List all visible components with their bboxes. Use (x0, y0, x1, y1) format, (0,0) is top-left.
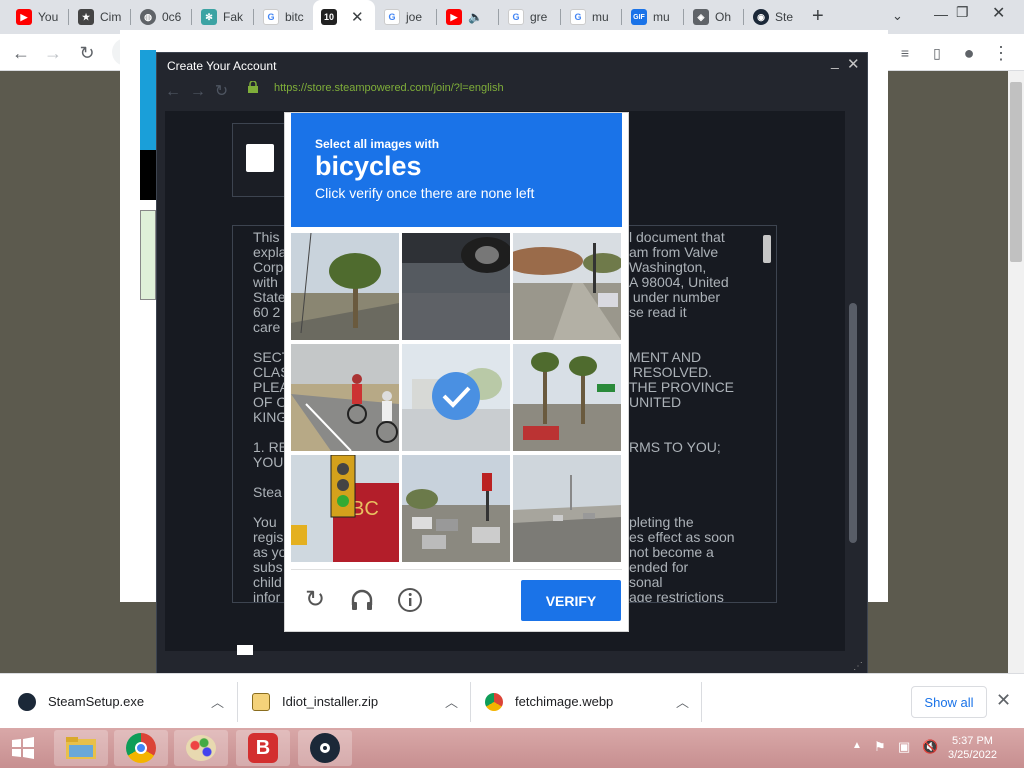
chevron-down-icon[interactable]: ⌄ (892, 8, 903, 24)
legal-scroll-thumb[interactable] (763, 235, 771, 263)
show-all-button[interactable]: Show all (911, 686, 987, 718)
tab-active[interactable]: 10 ✕ (313, 0, 375, 34)
restore-icon[interactable]: ❐ (956, 4, 969, 21)
dialog-title: Create Your Account (167, 59, 277, 73)
verify-button[interactable]: VERIFY (521, 580, 621, 621)
captcha-subinstruction: Click verify once there are none left (315, 185, 535, 201)
globe-icon: ◍ (140, 9, 156, 25)
volume-icon[interactable]: 🔇 (922, 739, 938, 755)
gif-icon: GIF (631, 9, 647, 25)
clock[interactable]: 5:37 PM 3/25/2022 (948, 734, 997, 762)
captcha-tile-4[interactable] (291, 344, 399, 451)
captcha-footer-divider (291, 569, 622, 570)
google-icon: G (570, 9, 586, 25)
captcha-tile-6[interactable] (513, 344, 621, 451)
tab-youtube-audio[interactable]: ▶ 🔈 (438, 0, 496, 34)
captcha-tile-7[interactable]: BC (291, 455, 399, 562)
google-icon: G (384, 9, 400, 25)
site-icon: ★ (78, 9, 94, 25)
dialog-nav-icons[interactable]: ← → ↻ (165, 81, 228, 101)
captcha-tile-8[interactable] (402, 455, 510, 562)
tab-strip: ▶ You ★ Cim ◍ 0c6 ✻ Fak Gbitc 10 ✕ Gjoe ▶ 🔈 G… (0, 0, 1024, 34)
snowflake-icon: ✻ (201, 9, 217, 25)
info-icon[interactable] (397, 587, 423, 613)
page-scroll-thumb[interactable] (1010, 82, 1022, 262)
media-icon[interactable]: ≡ (892, 40, 918, 66)
back-icon[interactable]: ← (8, 40, 34, 66)
captcha-tile-3[interactable] (513, 233, 621, 340)
tab-oh[interactable]: ◈ Oh (685, 0, 741, 34)
steam-icon (18, 692, 36, 711)
taskbar: B ▲ ⚑ ▣ 🔇 5:37 PM 3/25/2022 (0, 728, 1024, 768)
tab-youtube[interactable]: ▶ You (8, 0, 64, 34)
window-close-icon[interactable]: ✕ (992, 3, 1005, 23)
captcha-tile-9[interactable] (513, 455, 621, 562)
resize-grip-icon[interactable]: ⋰ (853, 661, 863, 672)
google-icon: G (508, 9, 524, 25)
chevron-up-icon[interactable]: ︿ (676, 692, 689, 711)
download-item[interactable]: fetchimage.webp ︿ (485, 674, 701, 729)
steam-icon[interactable] (298, 730, 352, 766)
start-button[interactable] (0, 730, 46, 766)
tab-fake[interactable]: ✻ Fak (193, 0, 251, 34)
dialog-minimize-icon[interactable]: _ (831, 53, 839, 69)
lock-icon (248, 81, 258, 93)
new-tab-icon[interactable]: + (812, 5, 824, 28)
file-explorer-icon[interactable] (54, 730, 108, 766)
download-item[interactable]: Idiot_installer.zip ︿ (252, 674, 470, 729)
forward-icon[interactable]: → (40, 40, 66, 66)
recaptcha-checkbox[interactable] (246, 144, 274, 172)
captcha-tile-2[interactable] (402, 233, 510, 340)
profile-icon[interactable]: ● (956, 40, 982, 66)
tab-0c6[interactable]: ◍ 0c6 (132, 0, 190, 34)
refresh-icon[interactable]: ↻ (302, 587, 328, 613)
tab-bitc[interactable]: Gbitc (255, 0, 313, 34)
captcha-header: Select all images with bicycles Click ve… (291, 113, 622, 227)
ten-icon: 10 (321, 9, 337, 25)
tray-expand-icon[interactable]: ▲ (852, 740, 862, 751)
flag-icon[interactable]: ⚑ (874, 739, 886, 755)
chrome-icon[interactable] (114, 730, 168, 766)
tab-steam[interactable]: ◉ Ste (745, 0, 803, 34)
menu-icon[interactable]: ⋮ (988, 40, 1014, 66)
captcha-target-word: bicycles (315, 151, 422, 181)
dialog-scroll-thumb[interactable] (849, 303, 857, 543)
youtube-icon: ▶ (446, 9, 462, 25)
network-icon[interactable]: ▣ (898, 739, 910, 755)
headphones-icon[interactable] (349, 587, 375, 613)
download-item[interactable]: SteamSetup.exe ︿ (18, 674, 236, 729)
minimize-icon[interactable]: — (934, 6, 948, 22)
tab-mu[interactable]: Gmu (562, 0, 620, 34)
zip-icon (252, 692, 270, 711)
sidepanel-icon[interactable]: ▯ (924, 40, 950, 66)
steam-icon: ◉ (753, 9, 769, 25)
brave-icon[interactable]: B (236, 730, 290, 766)
site-icon: ◈ (693, 9, 709, 25)
speaker-icon: 🔈 (468, 10, 483, 24)
google-icon: G (263, 9, 279, 25)
youtube-icon: ▶ (16, 9, 32, 25)
tab-mu-gif[interactable]: GIF mu (623, 0, 681, 34)
tab-gre[interactable]: Ggre (500, 0, 558, 34)
chrome-icon (485, 692, 503, 711)
download-bar: SteamSetup.exe ︿ Idiot_installer.zip ︿ f… (0, 673, 1024, 728)
chevron-up-icon[interactable]: ︿ (211, 692, 224, 711)
agree-checkbox[interactable] (237, 645, 253, 655)
dialog-url: https://store.steampowered.com/join/?l=e… (274, 82, 504, 94)
captcha-instruction: Select all images with (315, 137, 440, 151)
tab-cim[interactable]: ★ Cim (70, 0, 128, 34)
captcha-tile-1[interactable] (291, 233, 399, 340)
captcha-tile-5-selected[interactable] (402, 344, 510, 451)
paint-icon[interactable] (174, 730, 228, 766)
captcha-challenge: Select all images with bicycles Click ve… (284, 112, 629, 632)
reload-icon[interactable]: ↻ (74, 40, 100, 66)
tab-joe[interactable]: Gjoe (376, 0, 434, 34)
chevron-up-icon[interactable]: ︿ (445, 692, 458, 711)
dialog-close-icon[interactable]: ✕ (847, 55, 860, 73)
close-icon[interactable]: ✕ (351, 8, 364, 26)
close-icon[interactable]: ✕ (996, 690, 1011, 711)
